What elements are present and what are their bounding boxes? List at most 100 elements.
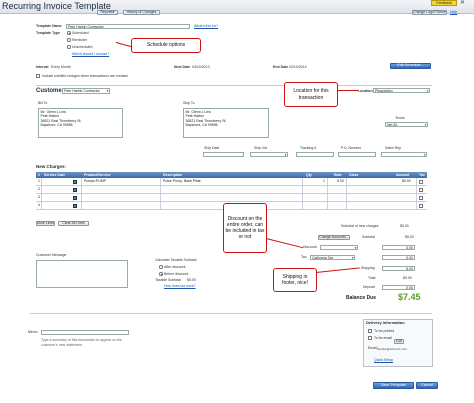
type-unscheduled-radio[interactable] bbox=[67, 45, 71, 49]
total-value: $5.00 bbox=[403, 276, 412, 280]
sales-rep-select[interactable] bbox=[381, 152, 427, 157]
tax-help-link[interactable]: How does tax work? bbox=[164, 284, 196, 289]
sales-rep-label: Sales Rep bbox=[385, 146, 402, 150]
location-callout-pointer bbox=[338, 90, 358, 91]
help-link[interactable]: Help bbox=[450, 10, 457, 15]
schedule-callout-text: Schedule options bbox=[146, 42, 186, 49]
shipping-callout-pointer bbox=[315, 267, 360, 273]
deposit-input[interactable]: 0.00 bbox=[382, 285, 415, 290]
close-icon[interactable]: ✕ bbox=[460, 0, 468, 6]
row-tax-checkbox[interactable] bbox=[419, 196, 423, 200]
schedule-callout-pointer bbox=[115, 42, 132, 48]
subtotal-label: Subtotal bbox=[362, 235, 375, 239]
delivery-title: Delivery Information bbox=[366, 320, 405, 325]
row-number: 3 bbox=[38, 195, 40, 199]
whats-this-link[interactable]: What's this for? bbox=[194, 24, 218, 29]
row-rate: 5.00 bbox=[337, 179, 344, 183]
taxable-subtotal-value: $5.00 bbox=[187, 278, 196, 282]
change-logo-button[interactable]: Change Logo/Theme bbox=[412, 10, 447, 15]
which-should-i-choose-link[interactable]: Which should I choose? bbox=[72, 52, 109, 57]
schedule-options-callout: Schedule options bbox=[131, 38, 201, 53]
charge-accounts-button[interactable]: Charge Accounts... bbox=[318, 235, 350, 240]
edit-schedule-label: Edit Schedule... bbox=[397, 63, 424, 68]
calendar-icon[interactable] bbox=[73, 196, 77, 200]
type-scheduled-radio[interactable] bbox=[67, 31, 71, 35]
bill-to-address[interactable]: Mr. Glenn L Lew Pete Harbin 36521 East T… bbox=[38, 108, 123, 138]
ship-via-select[interactable] bbox=[250, 152, 288, 157]
tracking-label: Tracking # bbox=[300, 146, 317, 150]
reports-button[interactable]: Reports ▾ bbox=[97, 10, 118, 15]
save-template-button[interactable]: Save Template bbox=[373, 382, 414, 389]
template-name-label: Template Name bbox=[36, 24, 62, 28]
row-qty: 1 bbox=[323, 179, 325, 183]
customer-select[interactable]: Pete Harbin Contractor bbox=[62, 88, 110, 94]
feedback-label: Feedback bbox=[436, 1, 452, 5]
location-select[interactable]: Pleasanton bbox=[373, 88, 430, 93]
to-be-printed-checkbox[interactable] bbox=[368, 329, 372, 333]
ship-to-label: Ship To bbox=[183, 101, 195, 105]
col-tax: Tax bbox=[419, 172, 425, 177]
feedback-badge[interactable]: Feedback bbox=[431, 0, 457, 6]
charge-row[interactable]: 3 bbox=[36, 194, 427, 202]
terms-select[interactable]: Net 30 bbox=[385, 122, 428, 127]
clear-lines-button[interactable]: Clear All Lines bbox=[58, 221, 89, 226]
taxable-subtotal-label: Taxable Subtotal bbox=[155, 278, 181, 282]
col-class: Class bbox=[349, 172, 359, 177]
unbilled-label: Include unbilled charges when transactio… bbox=[42, 73, 129, 78]
after-discount-radio[interactable] bbox=[159, 265, 163, 269]
shipping-callout: Shipping in footer, nice! bbox=[273, 268, 317, 292]
to-be-emailed-checkbox[interactable] bbox=[368, 336, 372, 340]
row-number: 2 bbox=[38, 187, 40, 191]
shipping-input[interactable]: 5.00 bbox=[382, 266, 415, 271]
tax-select[interactable]: California Tax bbox=[310, 255, 355, 260]
charge-row[interactable]: 1 Pumps:PUMP Pulse Pump, Base Plate 1 5.… bbox=[36, 178, 427, 186]
location-callout-text: Location for this transaction bbox=[293, 88, 329, 101]
charge-accounts-label: Charge Accounts... bbox=[319, 234, 349, 239]
calendar-icon[interactable] bbox=[73, 188, 77, 192]
col-service-date: Service Date bbox=[44, 172, 66, 177]
col-rate: Rate bbox=[334, 172, 342, 177]
calendar-icon[interactable] bbox=[73, 180, 77, 184]
discount-select[interactable] bbox=[320, 245, 358, 250]
quick-setup-link[interactable]: Quick Setup bbox=[374, 358, 393, 363]
tax-input[interactable]: 0.00 bbox=[382, 255, 415, 260]
row-tax-checkbox[interactable] bbox=[419, 180, 423, 184]
row-tax-checkbox[interactable] bbox=[419, 188, 423, 192]
cancel-button[interactable]: Cancel bbox=[416, 382, 438, 389]
tracking-input[interactable] bbox=[296, 152, 334, 157]
history-button[interactable]: History of Changes bbox=[123, 10, 160, 15]
clear-lines-label: Clear All Lines bbox=[62, 220, 85, 225]
calendar-icon[interactable] bbox=[73, 204, 77, 208]
ship-date-input[interactable] bbox=[203, 152, 244, 157]
customer-message-input[interactable] bbox=[36, 260, 128, 288]
deposit-value: 0.00 bbox=[406, 285, 413, 290]
bill-to-line-2: Pete Harbin bbox=[40, 114, 59, 118]
row-tax-checkbox[interactable] bbox=[419, 204, 423, 208]
unbilled-checkbox[interactable] bbox=[36, 74, 40, 78]
type-reminder-radio[interactable] bbox=[67, 38, 71, 42]
more-lines-button[interactable]: More Lines bbox=[36, 221, 55, 226]
reports-label: Reports bbox=[100, 9, 113, 14]
bill-to-label: Bill To bbox=[38, 101, 48, 105]
customer-divider bbox=[36, 85, 432, 86]
memo-divider bbox=[30, 313, 432, 314]
type-scheduled-label: Scheduled bbox=[72, 30, 89, 35]
subtotal-value: $5.00 bbox=[405, 235, 414, 239]
charge-row[interactable]: 2 bbox=[36, 186, 427, 194]
ship-to-address[interactable]: Mr. Glenn L Lew Pete Harbin 36521 East T… bbox=[183, 108, 269, 138]
template-name-input[interactable]: Pete Harbin Contractor bbox=[66, 24, 190, 29]
email-value: charles@turbo.fix.com bbox=[377, 346, 407, 351]
before-discount-radio[interactable] bbox=[159, 272, 163, 276]
row-amount: $5.00 bbox=[402, 179, 411, 183]
next-date-label: Next Date bbox=[174, 65, 191, 69]
discount-input[interactable]: 0.00 bbox=[382, 245, 415, 250]
interval-value: Every Month bbox=[51, 65, 71, 69]
type-unscheduled-label: Unscheduled bbox=[72, 44, 93, 49]
delivery-edit-button[interactable]: Edit bbox=[394, 339, 404, 344]
edit-schedule-button[interactable]: Edit Schedule... bbox=[390, 63, 431, 69]
memo-input[interactable] bbox=[41, 330, 129, 335]
history-label: History of Changes bbox=[126, 9, 157, 14]
invoice-window: { "window":{"title":"Recurring Invoice T… bbox=[0, 0, 474, 403]
po-number-input[interactable] bbox=[338, 152, 376, 157]
col-number: # bbox=[38, 172, 40, 177]
